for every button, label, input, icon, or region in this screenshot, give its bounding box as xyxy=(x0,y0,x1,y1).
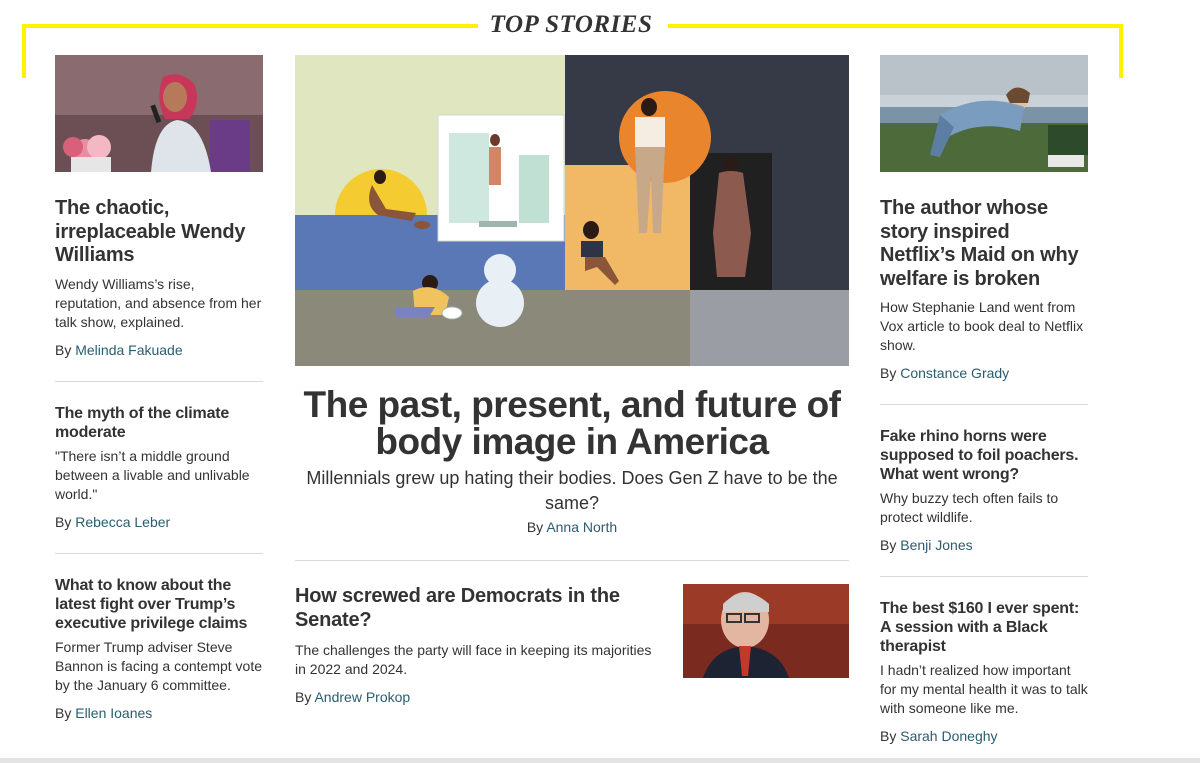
byline-prefix: By xyxy=(55,341,72,358)
author-link[interactable]: Constance Grady xyxy=(900,365,1009,381)
story-thumbnail-wendy-williams[interactable] xyxy=(55,55,263,172)
divider xyxy=(880,576,1088,577)
hero-illustration[interactable] xyxy=(295,55,849,366)
byline-prefix: By xyxy=(295,689,312,705)
story-byline: By Ellen Ioanes xyxy=(55,704,263,722)
author-link[interactable]: Melinda Fakuade xyxy=(75,342,182,358)
byline-prefix: By xyxy=(880,365,897,381)
divider xyxy=(55,380,263,382)
secondary-story: How screwed are Democrats in the Senate?… xyxy=(295,584,665,706)
story-dek: "There isn’t a middle ground between a l… xyxy=(55,447,250,502)
story-dek: Wendy Williams’s rise, reputation, and a… xyxy=(55,275,262,330)
divider xyxy=(880,404,1088,405)
story-byline: By Andrew Prokop xyxy=(295,688,665,706)
hero-title[interactable]: The past, present, and future of body im… xyxy=(295,386,849,460)
story-byline: By Benji Jones xyxy=(880,536,1088,554)
story-title[interactable]: The myth of the climate moderate xyxy=(55,404,263,442)
author-link[interactable]: Anna North xyxy=(546,519,617,535)
author-link[interactable]: Andrew Prokop xyxy=(314,689,410,705)
right-column: The author whose story inspired Netflix’… xyxy=(880,55,1088,745)
story-title[interactable]: How screwed are Democrats in the Senate? xyxy=(295,584,665,632)
story-byline: By Sarah Doneghy xyxy=(880,727,1088,745)
story-title[interactable]: What to know about the latest fight over… xyxy=(55,576,263,633)
byline-prefix: By xyxy=(880,537,897,553)
story-dek: How Stephanie Land went from Vox article… xyxy=(880,299,1084,353)
left-column: The chaotic, irreplaceable Wendy William… xyxy=(55,55,263,722)
author-link[interactable]: Sarah Doneghy xyxy=(900,728,997,744)
author-link[interactable]: Ellen Ioanes xyxy=(75,705,152,721)
story-byline: By Melinda Fakuade xyxy=(55,341,263,359)
byline-prefix: By xyxy=(55,513,72,530)
story-byline: By Rebecca Leber xyxy=(55,513,263,531)
author-link[interactable]: Rebecca Leber xyxy=(75,514,170,530)
story-dek: Why buzzy tech often fails to protect wi… xyxy=(880,490,1059,525)
byline-prefix: By xyxy=(526,519,544,535)
story-title[interactable]: The chaotic, irreplaceable Wendy William… xyxy=(55,197,263,268)
story-title[interactable]: The author whose story inspired Netflix’… xyxy=(880,197,1088,291)
story-thumbnail-maid[interactable] xyxy=(880,55,1088,172)
story-dek: Former Trump adviser Steve Bannon is fac… xyxy=(55,638,263,693)
story-thumbnail-senate[interactable] xyxy=(683,584,849,678)
story-dek: I hadn’t realized how important for my m… xyxy=(880,662,1088,716)
page-bottom-border xyxy=(0,758,1200,763)
divider xyxy=(295,560,849,561)
byline-prefix: By xyxy=(880,728,897,744)
hero-dek: Millennials grew up hating their bodies.… xyxy=(306,468,838,513)
story-dek: The challenges the party will face in ke… xyxy=(295,642,652,677)
story-byline: By Constance Grady xyxy=(880,364,1088,382)
hero-byline: By Anna North xyxy=(295,519,849,535)
author-link[interactable]: Benji Jones xyxy=(900,537,972,553)
divider xyxy=(55,552,263,554)
story-title[interactable]: Fake rhino horns were supposed to foil p… xyxy=(880,427,1088,484)
section-title: TOP STORIES xyxy=(489,11,653,38)
story-title[interactable]: The best $160 I ever spent: A session wi… xyxy=(880,599,1088,656)
byline-prefix: By xyxy=(55,704,72,721)
